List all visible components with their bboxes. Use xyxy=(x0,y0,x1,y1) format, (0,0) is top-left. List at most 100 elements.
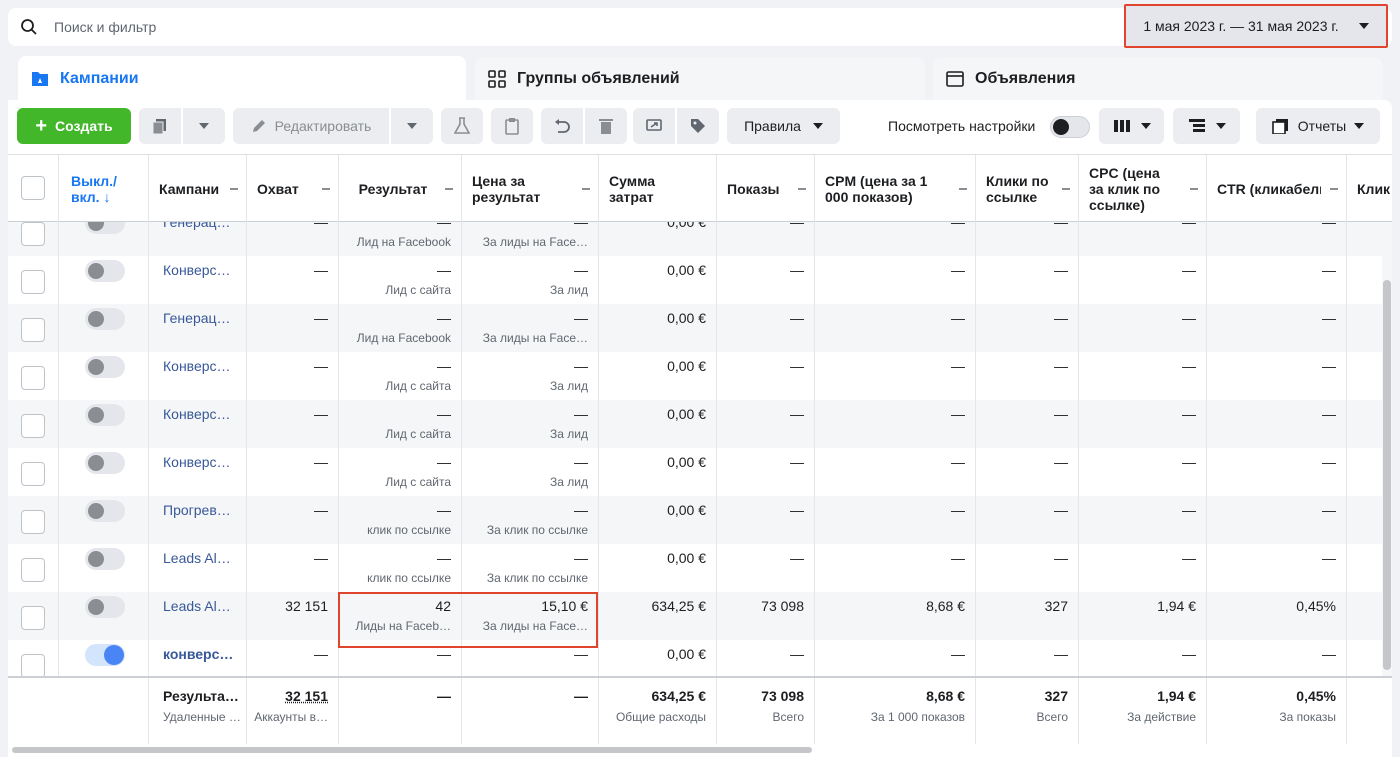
totals-impressions: 73 098 Всего xyxy=(716,678,814,744)
cost-subtitle: За лиды на Face… xyxy=(482,331,588,345)
table-row[interactable]: Leads Al… — — клик по ссылке — За клик по ссы… xyxy=(8,544,1392,592)
campaign-toggle[interactable] xyxy=(85,500,125,522)
row-toggle-cell xyxy=(58,256,148,304)
spend-value: 0,00 € xyxy=(667,358,706,374)
campaign-toggle[interactable] xyxy=(85,644,125,666)
delete-button[interactable] xyxy=(585,108,627,144)
clipboard-button[interactable] xyxy=(491,108,533,144)
rules-button[interactable]: Правила xyxy=(727,108,840,144)
duplicate-button[interactable] xyxy=(139,108,181,144)
table-row[interactable]: Конверс… — — Лид с сайта — За лид 0,00 € — — — — — xyxy=(8,448,1392,496)
row-select-cell xyxy=(8,400,58,448)
date-range-picker[interactable]: 1 мая 2023 г. — 31 мая 2023 г. xyxy=(1124,4,1388,48)
header-clicks[interactable]: Клик xyxy=(1346,155,1392,222)
row-checkbox[interactable] xyxy=(21,606,45,630)
duplicate-dropdown[interactable] xyxy=(183,108,225,144)
campaign-name-link[interactable]: Конверс… xyxy=(163,262,231,278)
row-checkbox[interactable] xyxy=(21,318,45,342)
cell-spend: 0,00 € xyxy=(598,352,716,400)
row-checkbox[interactable] xyxy=(21,414,45,438)
export-button[interactable] xyxy=(633,108,675,144)
campaign-toggle[interactable] xyxy=(85,260,125,282)
table-row[interactable]: Конверс… — — Лид с сайта — За лид 0,00 € — — — — — xyxy=(8,256,1392,304)
header-link-clicks[interactable]: Клики по ссылке xyxy=(975,155,1078,222)
tab-ad-sets[interactable]: Группы объявлений xyxy=(475,58,925,100)
row-checkbox[interactable] xyxy=(21,366,45,390)
cell-cost: — За лиды на Face… xyxy=(461,222,598,256)
row-checkbox[interactable] xyxy=(21,654,45,676)
cell-result: — Лид с сайта xyxy=(338,256,461,304)
header-spend[interactable]: Сумма затрат xyxy=(598,155,716,222)
header-reach[interactable]: Охват xyxy=(246,155,338,222)
cell-result: — Лид с сайта xyxy=(338,448,461,496)
undo-button[interactable] xyxy=(541,108,583,144)
table-row[interactable]: Конверс… — — Лид с сайта — За лид 0,00 € — — — — — xyxy=(8,352,1392,400)
campaign-toggle[interactable] xyxy=(85,356,125,378)
reach-value: 32 151 xyxy=(285,598,328,614)
tag-icon xyxy=(691,119,705,133)
columns-button[interactable] xyxy=(1099,108,1164,144)
campaign-name-link[interactable]: Конверс… xyxy=(163,454,231,470)
row-toggle-cell xyxy=(58,592,148,640)
pencil-icon xyxy=(252,120,265,132)
clicks-value: — xyxy=(1054,358,1068,374)
header-cpm[interactable]: CPM (цена за 1 000 показов) xyxy=(814,155,975,222)
create-button[interactable]: + Создать xyxy=(17,108,131,144)
edit-button[interactable]: Редактировать xyxy=(233,108,389,144)
cell-cpm: — xyxy=(814,256,975,304)
table-row[interactable]: конверс… — — — 0,00 € — — — — — xyxy=(8,640,1392,676)
campaign-name-link[interactable]: Leads Al… xyxy=(163,550,231,566)
campaign-toggle[interactable] xyxy=(85,404,125,426)
vertical-scrollbar[interactable] xyxy=(1383,280,1391,670)
campaign-name-link[interactable]: Leads Al… xyxy=(163,598,231,614)
ab-test-button[interactable] xyxy=(441,108,483,144)
view-settings-toggle[interactable] xyxy=(1050,116,1090,138)
edit-dropdown[interactable] xyxy=(391,108,433,144)
result-subtitle: клик по ссылке xyxy=(367,523,451,537)
reach-value: — xyxy=(314,222,328,230)
header-cpc[interactable]: CPC (цена за клик по ссылке) xyxy=(1078,155,1206,222)
cost-value: — xyxy=(574,310,588,326)
header-campaign[interactable]: Кампани xyxy=(148,155,246,222)
header-ctr[interactable]: CTR (кликабельнос xyxy=(1206,155,1346,222)
row-checkbox[interactable] xyxy=(21,462,45,486)
header-toggle[interactable]: Выкл./ вкл. ↓ xyxy=(58,155,148,222)
header-cost-per-result[interactable]: Цена за результат xyxy=(461,155,598,222)
cell-cost: — За клик по ссылке xyxy=(461,544,598,592)
row-checkbox[interactable] xyxy=(21,222,45,246)
campaign-toggle[interactable] xyxy=(85,452,125,474)
campaign-toggle[interactable] xyxy=(85,596,125,618)
tab-campaigns[interactable]: Кампании xyxy=(18,56,466,102)
cpm-value: — xyxy=(951,646,965,662)
campaign-toggle[interactable] xyxy=(85,548,125,570)
campaign-name-link[interactable]: Конверс… xyxy=(163,406,231,422)
row-checkbox[interactable] xyxy=(21,558,45,582)
table-row[interactable]: Генерац… — — Лид на Facebook — За лиды на Fac… xyxy=(8,304,1392,352)
row-checkbox[interactable] xyxy=(21,270,45,294)
header-impressions[interactable]: Показы xyxy=(716,155,814,222)
cell-cpm: — xyxy=(814,448,975,496)
campaign-toggle[interactable] xyxy=(85,308,125,330)
reports-button[interactable]: Отчеты xyxy=(1256,108,1380,144)
table-row[interactable]: Генерац… — — Лид на Facebook — За лиды на Fac… xyxy=(8,222,1392,256)
horizontal-scrollbar[interactable] xyxy=(12,747,812,753)
campaign-name-link[interactable]: Конверс… xyxy=(163,358,231,374)
header-result[interactable]: Результат xyxy=(338,155,461,222)
row-checkbox[interactable] xyxy=(21,510,45,534)
table-row[interactable]: Конверс… — — Лид с сайта — За лид 0,00 € — — — — — xyxy=(8,400,1392,448)
breakdown-icon xyxy=(1188,119,1205,132)
table-row[interactable]: Прогрев… — — клик по ссылке — За клик по ссыл… xyxy=(8,496,1392,544)
select-all-checkbox[interactable] xyxy=(21,176,45,200)
campaign-name-link[interactable]: Прогрев… xyxy=(163,502,231,518)
breakdown-button[interactable] xyxy=(1173,108,1240,144)
cell-cpc: — xyxy=(1078,544,1206,592)
campaign-name-link[interactable]: Генерац… xyxy=(163,222,231,230)
campaign-name-link[interactable]: Генерац… xyxy=(163,310,231,326)
table-row[interactable]: Leads Al… 32 151 42 Лиды на Faceb… 15,10 € За… xyxy=(8,592,1392,640)
tab-ads[interactable]: Объявления xyxy=(933,58,1383,100)
search-input[interactable] xyxy=(54,16,754,38)
tag-button[interactable] xyxy=(677,108,719,144)
ctr-value: — xyxy=(1322,310,1336,326)
campaign-toggle[interactable] xyxy=(85,222,125,234)
campaign-name-link[interactable]: конверс… xyxy=(163,646,233,662)
